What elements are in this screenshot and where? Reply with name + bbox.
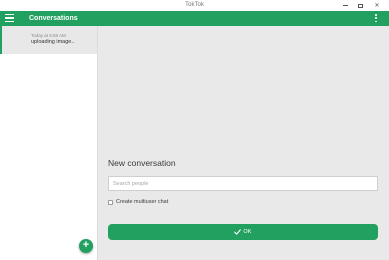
conversation-item[interactable]: Today at 5:58 AM uploading image.. — [0, 26, 97, 54]
maximize-button[interactable] — [353, 0, 367, 11]
conversation-preview: uploading image.. — [31, 39, 75, 45]
ok-button-label: OK — [243, 228, 252, 235]
window-title: TokTok — [185, 2, 204, 8]
search-people-input[interactable] — [108, 176, 378, 191]
multiuser-chat-option[interactable]: Create multiuser chat — [108, 199, 168, 206]
conversation-list: Today at 5:58 AM uploading image.. + — [0, 26, 98, 260]
app-bar-title: Conversations — [29, 15, 78, 22]
new-conversation-button[interactable]: + — [79, 239, 93, 253]
main-pane: New conversation Create multiuser chat O… — [98, 26, 389, 260]
plus-icon: + — [82, 239, 90, 251]
multiuser-chat-label: Create multiuser chat — [116, 199, 169, 205]
window-titlebar: TokTok ✕ — [0, 0, 389, 11]
minimize-icon — [342, 5, 348, 6]
app-bar: Conversations — [0, 11, 389, 26]
maximize-icon — [357, 3, 363, 8]
check-icon — [234, 229, 242, 235]
minimize-button[interactable] — [338, 0, 352, 11]
new-conversation-heading: New conversation — [108, 158, 176, 168]
multiuser-chat-checkbox[interactable] — [108, 200, 113, 205]
more-vertical-icon[interactable] — [374, 14, 378, 23]
ok-button[interactable]: OK — [108, 224, 378, 240]
app-window: TokTok ✕ Conversations Today at 5:58 AM … — [0, 0, 389, 260]
hamburger-menu-icon[interactable] — [5, 14, 14, 22]
close-icon: ✕ — [374, 2, 380, 9]
close-button[interactable]: ✕ — [370, 0, 384, 11]
